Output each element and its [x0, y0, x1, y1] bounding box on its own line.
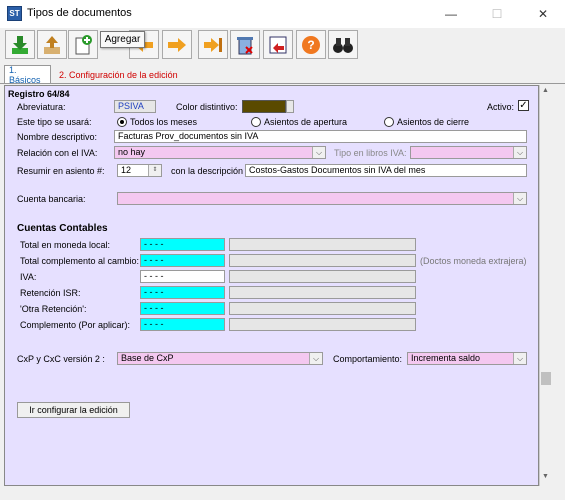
uso-label: Este tipo se usará:	[17, 117, 92, 127]
next-button[interactable]	[162, 30, 192, 59]
color-picker-button[interactable]	[286, 100, 294, 113]
chevron-down-icon: ⌵	[309, 353, 322, 364]
cuenta-label: 'Otra Retención':	[20, 304, 87, 314]
close-button[interactable]: ✕	[520, 0, 565, 28]
resumir-label: Resumir en asiento #:	[17, 166, 105, 176]
cuenta-label: IVA:	[20, 272, 37, 282]
app-icon: ST	[7, 6, 22, 21]
abreviatura-field[interactable]: PSIVA	[114, 100, 156, 113]
arrow-right-icon	[168, 37, 186, 52]
descripcion-field[interactable]: Costos-Gastos Documentos sin IVA del mes	[245, 164, 527, 177]
scroll-thumb[interactable]	[541, 372, 551, 385]
radio-asientos-cierre-label: Asientos de cierre	[397, 117, 470, 127]
cuenta-label: Total en moneda local:	[20, 240, 111, 250]
comportamiento-combo[interactable]: Incrementa saldo ⌵	[407, 352, 527, 365]
scroll-down-icon[interactable]: ▼	[542, 473, 549, 480]
add-button[interactable]	[68, 30, 98, 59]
activo-checkbox[interactable]: ✓	[518, 100, 529, 111]
color-swatch[interactable]	[242, 100, 286, 113]
form-panel: Registro 64/84 Abreviatura: PSIVA Color …	[4, 85, 539, 486]
nombre-field[interactable]: Facturas Prov_documentos sin IVA	[114, 130, 527, 143]
cuenta-description	[229, 238, 416, 251]
chevron-down-icon: ⌵	[513, 193, 526, 204]
cuenta-bancaria-combo[interactable]: ⌵	[117, 192, 527, 205]
spinner-icon[interactable]: ⇕	[148, 165, 161, 176]
trash-icon	[237, 36, 253, 54]
cuenta-description	[229, 254, 416, 267]
record-counter: Registro 64/84	[8, 89, 70, 99]
radio-asientos-cierre[interactable]	[384, 117, 394, 127]
radio-todos-meses-label: Todos los meses	[130, 117, 198, 127]
scroll-up-icon[interactable]: ▲	[542, 87, 549, 94]
upload-button[interactable]	[37, 30, 67, 59]
download-save-button[interactable]	[5, 30, 35, 59]
radio-todos-meses[interactable]	[117, 117, 127, 127]
relacion-combo[interactable]: no hay ⌵	[114, 146, 326, 159]
cuenta-field[interactable]: - - - -	[140, 238, 225, 251]
search-button[interactable]	[328, 30, 358, 59]
maximize-button[interactable]: ☐	[474, 0, 520, 28]
radio-asientos-apertura-label: Asientos de apertura	[264, 117, 348, 127]
window-title: Tipos de documentos	[27, 7, 132, 19]
resumir-value: 12	[121, 165, 132, 175]
minimize-button[interactable]: —	[428, 0, 474, 28]
add-tooltip: Agregar	[100, 31, 145, 48]
cuenta-label: Complemento (Por aplicar):	[20, 320, 131, 330]
cuenta-field[interactable]: - - - -	[140, 302, 225, 315]
radio-asientos-apertura[interactable]	[251, 117, 261, 127]
undo-icon	[269, 36, 287, 53]
chevron-down-icon: ⌵	[312, 147, 325, 158]
new-document-icon	[75, 34, 92, 54]
svg-text:?: ?	[307, 38, 314, 52]
cxp-combo[interactable]: Base de CxP ⌵	[117, 352, 323, 365]
cuenta-field[interactable]: - - - -	[140, 270, 225, 283]
comportamiento-value: Incrementa saldo	[411, 353, 481, 363]
relacion-value: no hay	[118, 147, 146, 157]
cuenta-field[interactable]: - - - -	[140, 318, 225, 331]
activo-label: Activo:	[487, 102, 515, 112]
upload-icon	[44, 35, 60, 54]
arrow-last-icon	[204, 37, 222, 52]
cuenta-bancaria-label: Cuenta bancaria:	[17, 194, 86, 204]
resumir-stepper[interactable]: 12 ⇕	[117, 164, 162, 177]
delete-button[interactable]	[230, 30, 260, 59]
undo-button[interactable]	[263, 30, 293, 59]
vertical-scrollbar[interactable]: ▲ ▼	[539, 85, 552, 486]
configurar-edicion-button[interactable]: Ir configurar la edición	[17, 402, 130, 418]
abreviatura-label: Abreviatura:	[17, 102, 66, 112]
tab-basicos[interactable]: 1. Básicos	[4, 65, 51, 85]
tipo-libros-combo[interactable]: ⌵	[410, 146, 527, 159]
cuenta-label: Total complemento al cambio:	[20, 256, 140, 266]
nombre-label: Nombre descriptivo:	[17, 132, 98, 142]
comportamiento-label: Comportamiento:	[333, 354, 403, 364]
tab-configuracion[interactable]: 2. Configuración de la edición	[55, 66, 182, 83]
cuenta-description	[229, 302, 416, 315]
chevron-down-icon: ⌵	[513, 353, 526, 364]
cxp-label: CxP y CxC versión 2 :	[17, 354, 105, 364]
download-green-icon	[12, 35, 28, 54]
cxp-value: Base de CxP	[121, 353, 174, 363]
descripcion-label: con la descripción	[171, 166, 244, 176]
cuenta-description	[229, 286, 416, 299]
tab-divider	[0, 83, 565, 84]
cuenta-field[interactable]: - - - -	[140, 254, 225, 267]
help-button[interactable]: ?	[296, 30, 326, 59]
relacion-label: Relación con el IVA:	[17, 148, 98, 158]
cuentas-title: Cuentas Contables	[17, 223, 108, 234]
help-icon: ?	[302, 35, 320, 54]
moneda-note: (Doctos moneda extrajera)	[420, 256, 527, 266]
binoculars-icon	[333, 37, 353, 53]
cuenta-label: Retención ISR:	[20, 288, 81, 298]
cuenta-description	[229, 318, 416, 331]
cuenta-description	[229, 270, 416, 283]
tipo-libros-label: Tipo en libros IVA:	[334, 148, 407, 158]
last-button[interactable]	[198, 30, 228, 59]
cuenta-field[interactable]: - - - -	[140, 286, 225, 299]
color-label: Color distintivo:	[176, 102, 238, 112]
chevron-down-icon: ⌵	[513, 147, 526, 158]
